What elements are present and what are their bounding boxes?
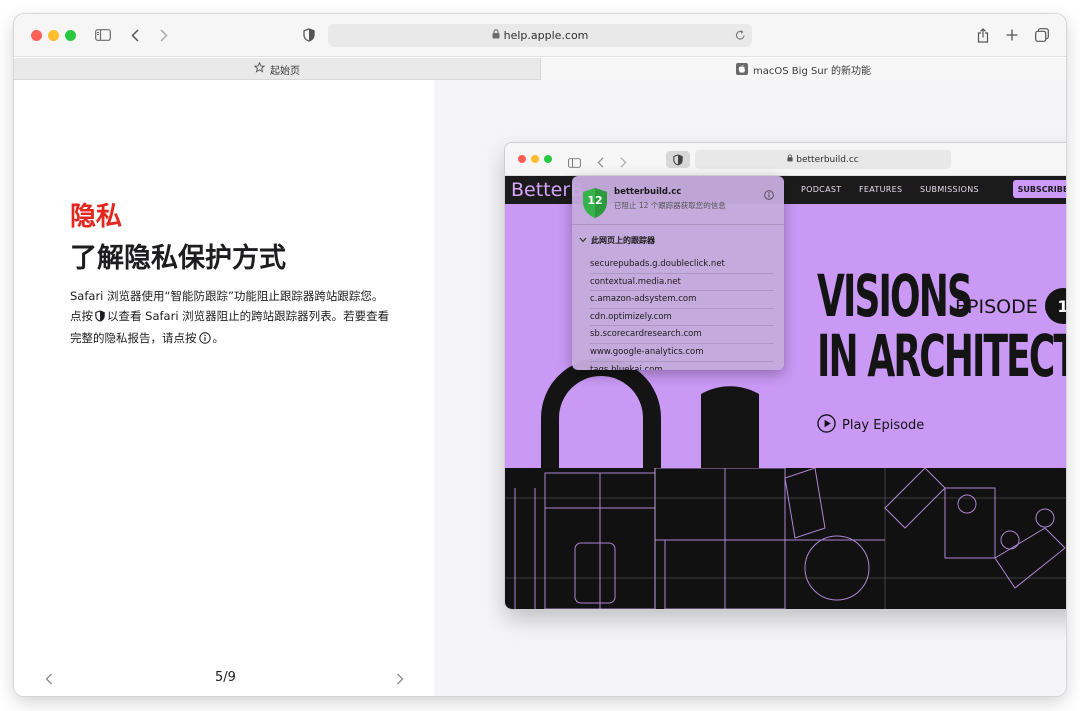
- popover-site: betterbuild.cc: [614, 187, 682, 197]
- privacy-report-popover: 12 betterbuild.cc 已阻止 12 个跟踪器获取您的信息 此网页上…: [572, 176, 784, 370]
- back-icon[interactable]: [128, 23, 142, 47]
- back-icon: [597, 153, 604, 172]
- hero-title: VISIONS IN ARCHITECTURE: [817, 266, 1066, 386]
- close-window-button: [518, 155, 526, 163]
- sidebar-toggle-icon: [568, 153, 581, 172]
- info-icon: [764, 185, 774, 204]
- tab-bar: 起始页 macOS Big Sur 的新功能: [14, 58, 1066, 80]
- article-panel: 隐私 了解隐私保护方式 Safari 浏览器使用“智能防跟踪”功能阻止跟踪器跨站…: [14, 80, 434, 696]
- illustration-panel: betterbuild.cc BetterB PODCAST FEATURES …: [434, 80, 1066, 696]
- info-icon: [198, 330, 211, 350]
- play-episode-button: Play Episode: [817, 414, 924, 437]
- inner-toolbar: betterbuild.cc: [505, 143, 1066, 176]
- tab-overview-icon[interactable]: [1034, 23, 1050, 47]
- chevron-down-icon: [579, 236, 587, 245]
- forward-icon: [620, 153, 627, 172]
- tracker-list: securepubads.g.doubleclick.net contextua…: [590, 256, 774, 370]
- popover-subtitle: 已阻止 12 个跟踪器获取您的信息: [614, 201, 726, 210]
- blueprint-image: [505, 468, 1066, 609]
- privacy-shield-icon: [95, 308, 105, 328]
- page-title: 了解隐私保护方式: [70, 243, 286, 274]
- tab-macos-big-sur[interactable]: macOS Big Sur 的新功能: [540, 58, 1066, 80]
- subscribe-button: SUBSCRIBE: [1013, 180, 1066, 198]
- tab-start-page[interactable]: 起始页: [14, 58, 540, 80]
- previous-page-icon[interactable]: [45, 670, 53, 689]
- browser-toolbar: help.apple.com: [14, 14, 1066, 57]
- reload-icon[interactable]: [735, 29, 746, 44]
- hero-title-line-2: IN ARCHITECTURE: [817, 322, 1066, 390]
- tab-label: 起始页: [270, 65, 300, 77]
- next-page-icon[interactable]: [396, 670, 404, 689]
- privacy-shield-icon[interactable]: [302, 23, 316, 47]
- tracker-item: securepubads.g.doubleclick.net: [590, 256, 774, 274]
- section-kicker: 隐私: [70, 202, 123, 232]
- tab-label: macOS Big Sur 的新功能: [753, 65, 871, 77]
- inner-address-url: betterbuild.cc: [796, 154, 859, 165]
- inner-address-bar: betterbuild.cc: [695, 150, 951, 169]
- sidebar-toggle-icon[interactable]: [94, 23, 112, 47]
- safari-window: help.apple.com 起始页 macOS Big Sur 的新功能 隐私…: [14, 14, 1066, 696]
- close-window-button[interactable]: [31, 30, 42, 41]
- floor-plan-drawing: [505, 468, 1066, 609]
- tracker-count: 12: [587, 194, 603, 207]
- zoom-window-button: [544, 155, 552, 163]
- address-bar[interactable]: help.apple.com: [328, 24, 752, 47]
- zoom-window-button[interactable]: [65, 30, 76, 41]
- tracker-item: sb.scorecardresearch.com: [590, 326, 774, 344]
- article-body: Safari 浏览器使用“智能防跟踪”功能阻止跟踪器跨站跟踪您。点按 以查看 Sa…: [70, 286, 390, 350]
- page-content: 隐私 了解隐私保护方式 Safari 浏览器使用“智能防跟踪”功能阻止跟踪器跨站…: [14, 80, 1066, 696]
- share-icon[interactable]: [976, 23, 990, 47]
- forward-icon[interactable]: [157, 23, 171, 47]
- star-icon: [253, 61, 266, 76]
- apple-icon: [736, 63, 749, 75]
- body-text-3: 。: [212, 331, 225, 345]
- tracker-item: cdn.optimizely.com: [590, 309, 774, 327]
- lock-icon: [492, 29, 500, 42]
- lock-icon: [787, 154, 793, 165]
- play-icon: [817, 414, 836, 437]
- play-episode-label: Play Episode: [842, 418, 925, 433]
- trackers-section-label: 此网页上的跟踪器: [591, 236, 655, 245]
- new-tab-icon[interactable]: [1005, 23, 1019, 47]
- tracker-item: tags.bluekai.com: [590, 362, 774, 370]
- page-indicator: 5/9: [215, 670, 236, 685]
- tracker-item: contextual.media.net: [590, 274, 774, 292]
- minimize-window-button: [531, 155, 539, 163]
- tracker-shield-icon: 12: [581, 187, 609, 223]
- nav-podcast: PODCAST: [801, 185, 842, 194]
- episode-label: EPISODE: [955, 296, 1038, 318]
- tracker-item: c.amazon-adsystem.com: [590, 291, 774, 309]
- address-url: help.apple.com: [503, 29, 589, 42]
- tracker-item: www.google-analytics.com: [590, 344, 774, 362]
- minimize-window-button[interactable]: [48, 30, 59, 41]
- trackers-section-header: 此网页上的跟踪器: [579, 235, 655, 246]
- nav-features: FEATURES: [859, 185, 903, 194]
- nav-submissions: SUBMISSIONS: [920, 185, 979, 194]
- divider: [572, 224, 784, 225]
- body-text-2: 以查看 Safari 浏览器阻止的跨站跟踪器列表。若要查看完整的隐私报告，请点按: [70, 309, 390, 345]
- privacy-shield-icon: [666, 151, 690, 168]
- inner-safari-window: betterbuild.cc BetterB PODCAST FEATURES …: [505, 143, 1066, 609]
